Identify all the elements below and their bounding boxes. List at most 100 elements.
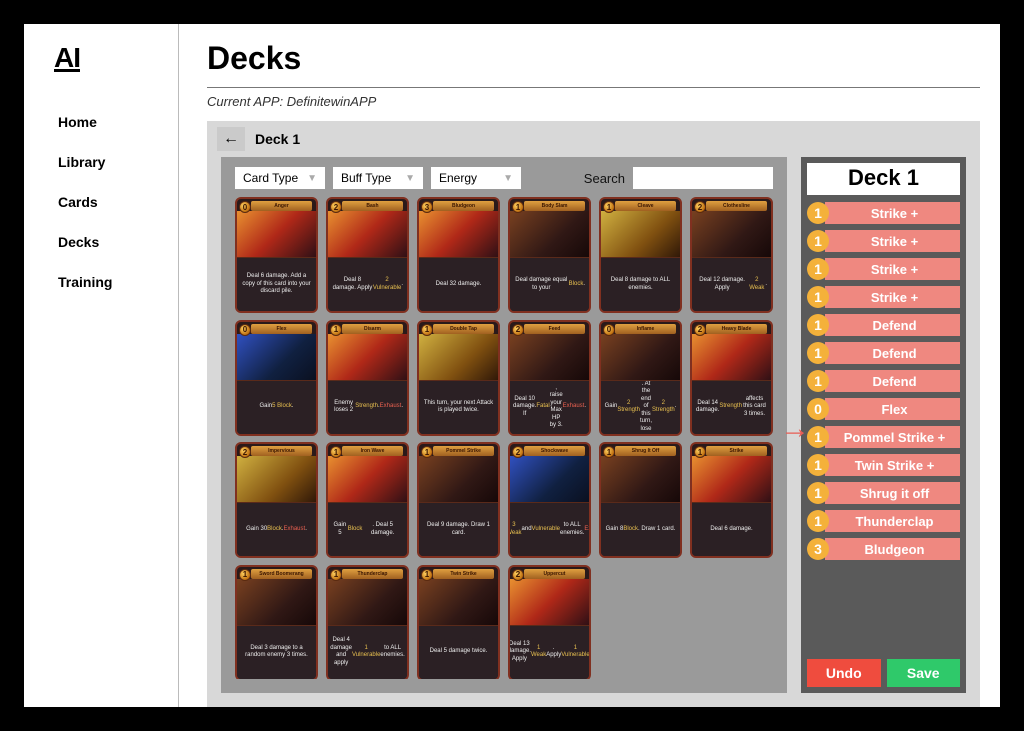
card[interactable]: 1Twin StrikeDeal 5 damage twice. [417,565,500,680]
deck-row-label: Strike + [825,286,960,308]
deck-row[interactable]: 1Strike + [807,229,960,253]
deck-list: 1Strike +1Strike +1Strike +1Strike +1Def… [807,201,960,653]
deck-row-label: Strike + [825,258,960,280]
card-name: Body Slam [524,201,585,211]
nav-item[interactable]: Training [24,262,178,302]
card[interactable]: 1Double TapThis turn, your next Attack i… [417,320,500,436]
deck-row[interactable]: 1Thunderclap [807,509,960,533]
save-button[interactable]: Save [887,659,961,687]
card[interactable]: 1Sword BoomerangDeal 3 damage to a rando… [235,565,318,680]
card-name: Double Tap [433,324,494,334]
card[interactable]: 2Heavy BladeDeal 14 damage. Strength aff… [690,320,773,436]
deck-title: Deck 1 [807,163,960,195]
card-browser: Card Type ▼ Buff Type ▼ Energy ▼ [221,157,787,693]
sidebar: AI HomeLibraryCardsDecksTraining [24,24,179,707]
card[interactable]: 1ThunderclapDeal 4 damage and apply 1 Vu… [326,565,409,680]
deck-list-panel: Deck 1 1Strike +1Strike +1Strike +1Strik… [801,157,966,693]
card-art [328,579,407,626]
card[interactable]: 1DisarmEnemy loses 2 Strength. Exhaust. [326,320,409,436]
card-art [419,334,498,381]
card[interactable]: 1Pommel StrikeDeal 9 damage. Draw 1 card… [417,442,500,558]
card-description: Deal 9 damage. Draw 1 card. [419,503,498,556]
deck-row-label: Defend [825,370,960,392]
card-cost-badge: 0 [603,324,615,336]
deck-row-label: Bludgeon [825,538,960,560]
card-cost-badge: 1 [239,569,251,581]
deck-row-qty: 1 [807,510,829,532]
deck-row-qty: 1 [807,482,829,504]
card[interactable]: 2ShockwaveApply 3 Weak and Vulnerable to… [508,442,591,558]
card-name: Uppercut [524,569,585,579]
card[interactable]: 1StrikeDeal 6 damage. [690,442,773,558]
logo: AI [54,42,178,74]
nav-item[interactable]: Decks [24,222,178,262]
card[interactable]: 2UppercutDeal 13 damage. Apply 1 Weak. A… [508,565,591,680]
card[interactable]: 1CleaveDeal 8 damage to ALL enemies. [599,197,682,313]
chevron-down-icon: ▼ [503,173,513,184]
card-art [237,211,316,258]
deck-row[interactable]: 1Defend [807,369,960,393]
nav-item[interactable]: Library [24,142,178,182]
card-art [692,334,771,381]
deck-row-label: Pommel Strike + [825,426,960,448]
card[interactable]: 0AngerDeal 6 damage. Add a copy of this … [235,197,318,313]
deck-row[interactable]: 3Bludgeon [807,537,960,561]
card-art [510,579,589,626]
card[interactable]: 2ImperviousGain 30 Block. Exhaust. [235,442,318,558]
deck-row[interactable]: 1Shrug it off [807,481,960,505]
deck-row-qty: 1 [807,286,829,308]
card-cost-badge: 3 [421,201,433,213]
card-description: Gain 2 Strength. At the end of this turn… [601,381,680,434]
deck-row-qty: 0 [807,398,829,420]
filter-energy-select[interactable]: Energy ▼ [431,167,521,189]
card[interactable]: 2BashDeal 8 damage. Apply 2 Vulnerable. [326,197,409,313]
card-description: Deal 6 damage. [692,503,771,556]
filter-buff-type-select[interactable]: Buff Type ▼ [333,167,423,189]
card[interactable]: 3Bludgeon Deal 32 damage. [417,197,500,313]
card[interactable]: 1Body SlamDeal damage equal to your Bloc… [508,197,591,313]
deck-row[interactable]: 1Strike + [807,201,960,225]
card-name: Inflame [615,324,676,334]
card-cost-badge: 2 [239,446,251,458]
card-cost-badge: 1 [421,324,433,336]
filter-buff-type-label: Buff Type [341,171,391,185]
card-art [510,456,589,503]
search-label: Search [584,171,625,186]
card-art [692,211,771,258]
deck-row[interactable]: 1Twin Strike + [807,453,960,477]
deck-row-label: Strike + [825,202,960,224]
deck-row[interactable]: 1Defend [807,313,960,337]
card[interactable]: 0FlexGain 5 Block. [235,320,318,436]
nav-item[interactable]: Cards [24,182,178,222]
deck-row[interactable]: 1Defend [807,341,960,365]
search-input[interactable] [633,167,773,189]
deck-row[interactable]: 1Strike + [807,285,960,309]
card-cost-badge: 1 [421,569,433,581]
card-name: Shockwave [524,446,585,456]
card-art [328,456,407,503]
deck-row[interactable]: 0Flex [807,397,960,421]
card-art [601,456,680,503]
card-description: Deal 32 damage. [419,258,498,311]
filter-card-type-select[interactable]: Card Type ▼ [235,167,325,189]
card-name: Bludgeon [433,201,494,211]
card-description: Deal 12 damage. Apply 2 Weak. [692,258,771,311]
card[interactable]: 2ClotheslineDeal 12 damage. Apply 2 Weak… [690,197,773,313]
card-art [328,211,407,258]
card[interactable]: 2FeedDeal 10 damage. If Fatal, raise you… [508,320,591,436]
card-description: Deal 8 damage to ALL enemies. [601,258,680,311]
nav-item[interactable]: Home [24,102,178,142]
card[interactable]: 1Shrug It OffGain 8 Block. Draw 1 card. [599,442,682,558]
arrow-left-icon: ← [223,130,239,148]
deck-row[interactable]: 1Pommel Strike + [807,425,960,449]
card[interactable]: 1Iron WaveGain 5 Block. Deal 5 damage. [326,442,409,558]
back-button[interactable]: ← [217,127,245,151]
card[interactable]: 0Inflame Gain 2 Strength. At the end of t… [599,320,682,436]
card-art [419,579,498,626]
card-cost-badge: 0 [239,201,251,213]
deck-row[interactable]: 1Strike + [807,257,960,281]
card-description: Enemy loses 2 Strength. Exhaust. [328,381,407,434]
undo-button[interactable]: Undo [807,659,881,687]
card-description: Gain 8 Block. Draw 1 card. [601,503,680,556]
card-description: Gain 30 Block. Exhaust. [237,503,316,556]
